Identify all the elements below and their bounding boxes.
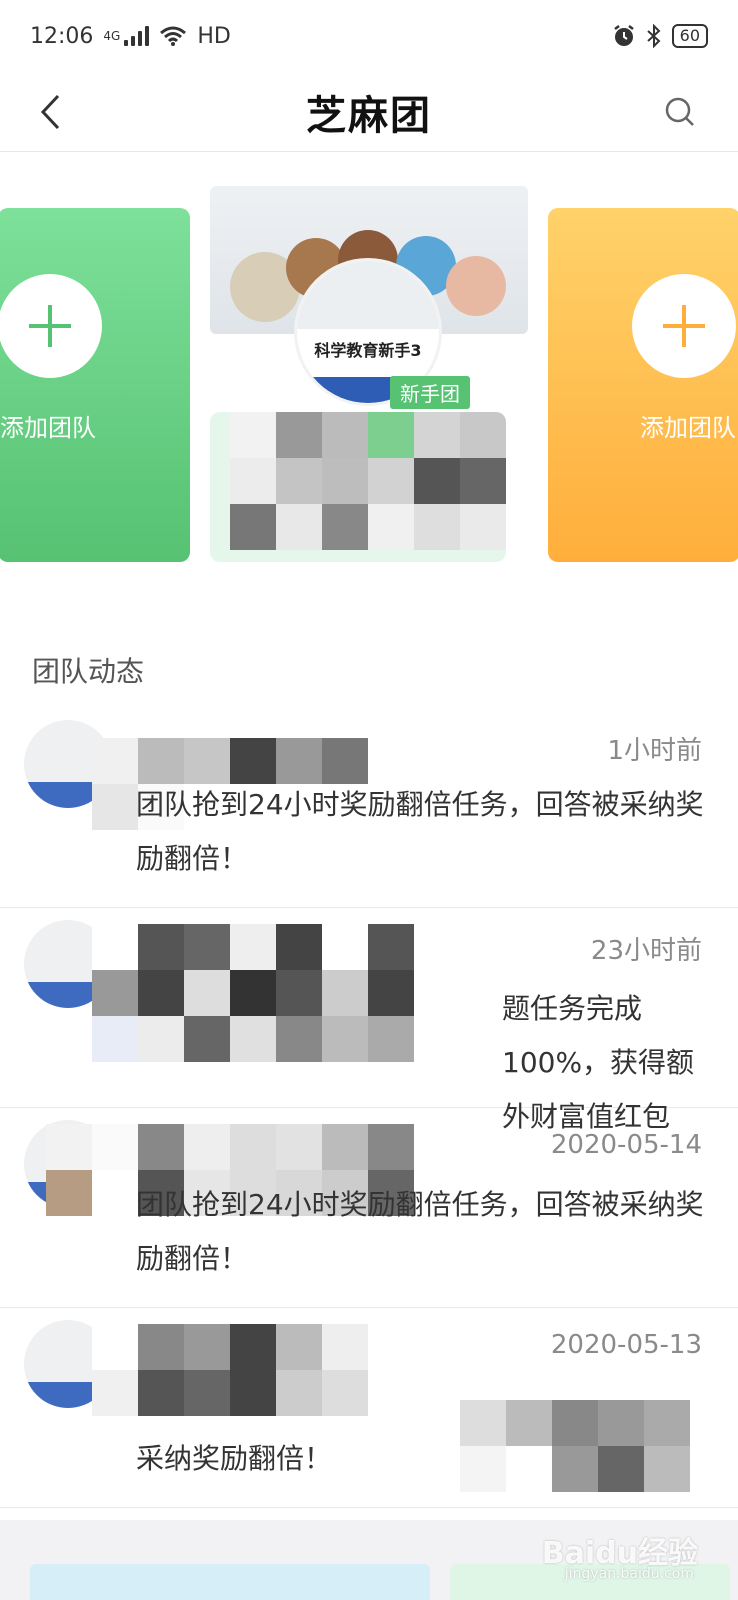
team-info-redacted [210,412,506,562]
page-title: 芝麻团 [306,92,432,139]
feed-message: 采纳奖励翻倍！ [136,1442,333,1475]
featured-team-card[interactable]: 科学教育新手3 新手团 [210,186,528,572]
bluetooth-icon [646,24,661,48]
status-left: 12:06 4G HD [30,24,231,49]
feed-message: 团队抢到24小时奖励翻倍任务，回答被采纳奖励翻倍！ [136,788,704,875]
team-tag: 新手团 [390,376,470,409]
avatar-text: 科学教育新手3 [314,341,422,360]
feed-time: 2020-05-13 [550,1330,702,1360]
watermark-url: jingyan.baidu.com [564,1566,694,1582]
app-header: 芝麻团 [0,72,738,152]
section-title: 团队动态 [32,655,145,688]
add-circle [0,274,102,378]
status-right: 60 [612,24,708,48]
team-carousel[interactable]: 添加团队 科学教育新手3 新手团 添加团队 [0,152,738,572]
chevron-left-icon [40,94,60,130]
search-button[interactable] [658,90,702,134]
feed-item[interactable]: 1小时前 团队抢到24小时奖励翻倍任务，回答被采纳奖励翻倍！ [0,708,738,908]
redaction-mosaic [230,412,506,550]
status-bar: 12:06 4G HD 60 [0,0,738,72]
redaction-mosaic [92,1324,368,1416]
feed-item[interactable]: 2020-05-14 团队抢到24小时奖励翻倍任务，回答被采纳奖励翻倍！ [0,1108,738,1308]
clock: 12:06 [30,23,94,49]
feed-item[interactable]: 2020-05-13 采纳奖励翻倍！ [0,1308,738,1508]
signal-icon [124,26,150,46]
feed-message: 团队抢到24小时奖励翻倍任务，回答被采纳奖励翻倍！ [136,1188,704,1275]
bottom-card[interactable] [30,1564,430,1600]
battery-icon: 60 [671,24,708,48]
add-team-label: 添加团队 [0,414,96,442]
plus-icon [663,305,705,347]
feed-item[interactable]: 23小时前 题任务完成100%，获得额外财富值红包 [0,908,738,1133]
feed-time: 1小时前 [607,736,702,766]
feed-time: 2020-05-14 [550,1130,702,1160]
search-icon [665,97,694,126]
battery-level: 60 [679,26,700,45]
network-label: 4G [103,29,121,43]
team-activity-feed: 1小时前 团队抢到24小时奖励翻倍任务，回答被采纳奖励翻倍！ 23小时前 题任务… [0,708,738,1508]
alarm-icon [613,25,634,46]
plus-icon [29,305,71,347]
add-circle [632,274,736,378]
add-team-card-left[interactable]: 添加团队 [0,208,190,562]
add-team-card-right[interactable]: 添加团队 [548,208,738,562]
feed-time: 23小时前 [590,936,702,966]
back-button[interactable] [30,88,70,136]
wifi-icon [160,26,187,46]
add-team-label: 添加团队 [640,414,736,442]
avatar-image [297,261,439,329]
hd-label: HD [197,23,231,49]
